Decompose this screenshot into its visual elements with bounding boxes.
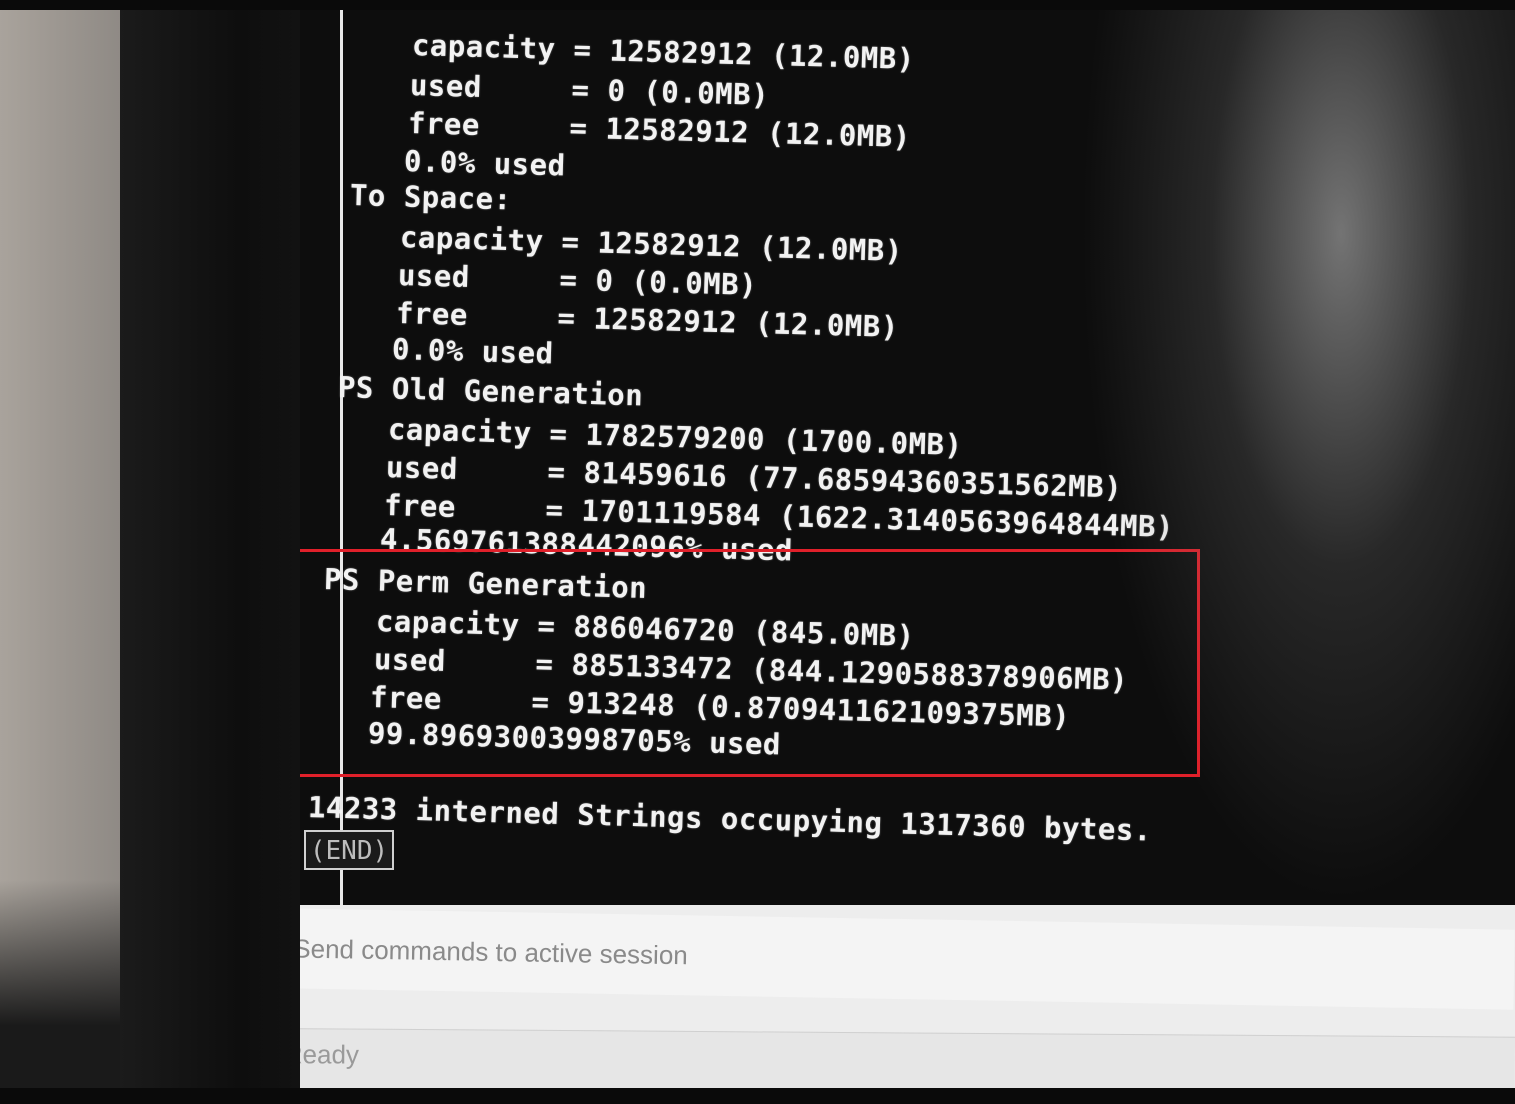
- terminal-line: used = 0 (0.0MB): [397, 258, 758, 303]
- end-marker: (END): [304, 830, 394, 870]
- photo-top-edge: [0, 0, 1515, 10]
- terminal-output: capacity = 12582912 (12.0MB) used = 0 (0…: [300, 10, 1515, 905]
- command-input[interactable]: [300, 908, 1515, 1010]
- application-window: capacity = 12582912 (12.0MB) used = 0 (0…: [300, 10, 1515, 1088]
- highlight-box: [300, 549, 1200, 777]
- terminal-line: capacity = 12582912 (12.0MB): [411, 28, 916, 77]
- terminal-line: used = 0 (0.0MB): [409, 68, 770, 113]
- terminal-line: PS Old Generation: [337, 370, 644, 413]
- desk-shadow: [0, 880, 140, 1088]
- photo-bottom-edge: [0, 1088, 1515, 1104]
- terminal-line: 0.0% used: [403, 144, 567, 183]
- status-bar: Ready: [300, 1028, 1515, 1088]
- terminal-line: To Space:: [349, 178, 513, 217]
- status-text: Ready: [300, 1039, 360, 1070]
- terminal-line: 14233 interned Strings occupying 1317360…: [307, 790, 1153, 848]
- terminal-line: 0.0% used: [391, 332, 555, 371]
